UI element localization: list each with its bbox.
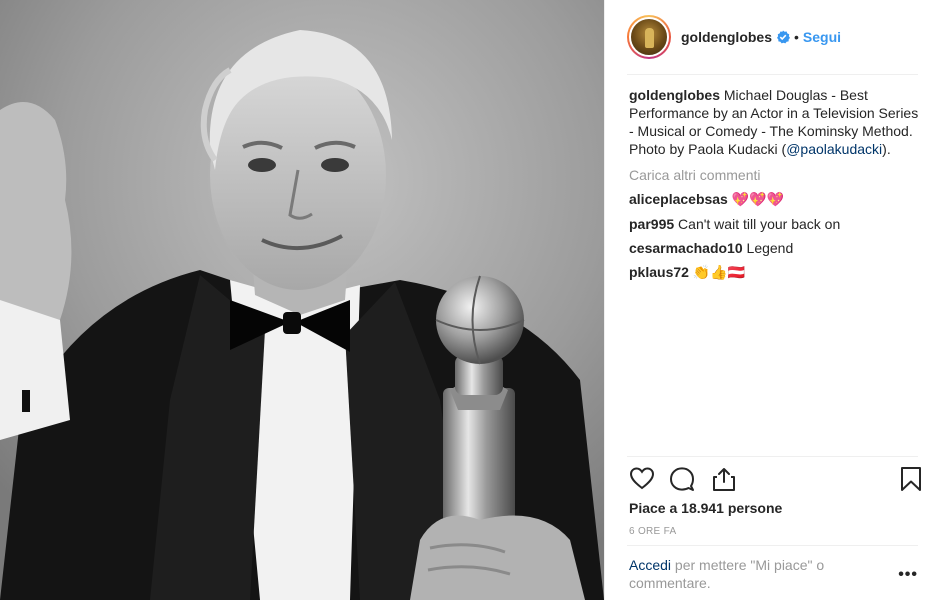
caption-end: ). — [882, 141, 891, 157]
comments-section: goldenglobes Michael Douglas - Best Perf… — [629, 86, 919, 288]
more-options-icon[interactable]: ••• — [898, 566, 918, 584]
comment-item: aliceplacebsas 💖💖💖 — [629, 190, 919, 209]
action-bar — [629, 466, 923, 494]
comment-text: 💖💖💖 — [731, 192, 785, 208]
header-divider — [627, 74, 918, 75]
separator-dot: • — [794, 29, 799, 45]
load-more-comments-button[interactable]: Carica altri commenti — [629, 166, 919, 184]
comment-username[interactable]: par995 — [629, 216, 674, 232]
comment-text: 👏👍🇦🇹 — [692, 265, 746, 281]
comment-item: par995 Can't wait till your back on — [629, 215, 919, 233]
bookmark-icon[interactable] — [899, 466, 923, 492]
avatar-image — [629, 17, 669, 57]
comment-username[interactable]: cesarmachado10 — [629, 240, 743, 256]
login-prompt: Accedi per mettere "Mi piace" o commenta… — [629, 556, 859, 592]
comment-text: Can't wait till your back on — [678, 216, 841, 232]
heart-icon[interactable] — [629, 466, 655, 492]
post-header: goldenglobes • Segui — [605, 0, 940, 74]
post-timestamp[interactable]: 6 ORE FA — [629, 526, 676, 537]
comment-bubble-icon[interactable] — [669, 466, 695, 492]
comment-item: pklaus72 👏👍🇦🇹 — [629, 263, 919, 282]
actions-divider — [627, 456, 918, 457]
username-link[interactable]: goldenglobes — [681, 29, 772, 45]
verified-badge-icon — [777, 30, 790, 44]
follow-button[interactable]: Segui — [803, 29, 841, 45]
likes-count[interactable]: Piace a 18.941 persone — [629, 500, 782, 516]
post-side-panel: goldenglobes • Segui goldenglobes Michae… — [604, 0, 940, 600]
caption-username[interactable]: goldenglobes — [629, 87, 720, 103]
post-photo[interactable] — [0, 0, 604, 600]
comment-username[interactable]: pklaus72 — [629, 264, 689, 280]
profile-avatar[interactable] — [627, 15, 671, 59]
post-caption: goldenglobes Michael Douglas - Best Perf… — [629, 86, 919, 158]
comment-username[interactable]: aliceplacebsas — [629, 191, 728, 207]
comment-item: cesarmachado10 Legend — [629, 239, 919, 257]
login-link[interactable]: Accedi — [629, 557, 671, 573]
footer-divider — [627, 545, 918, 546]
share-icon[interactable] — [711, 466, 737, 492]
caption-mention-link[interactable]: @paolakudacki — [786, 141, 882, 157]
comment-text: Legend — [746, 240, 794, 256]
portrait-image — [0, 0, 604, 600]
